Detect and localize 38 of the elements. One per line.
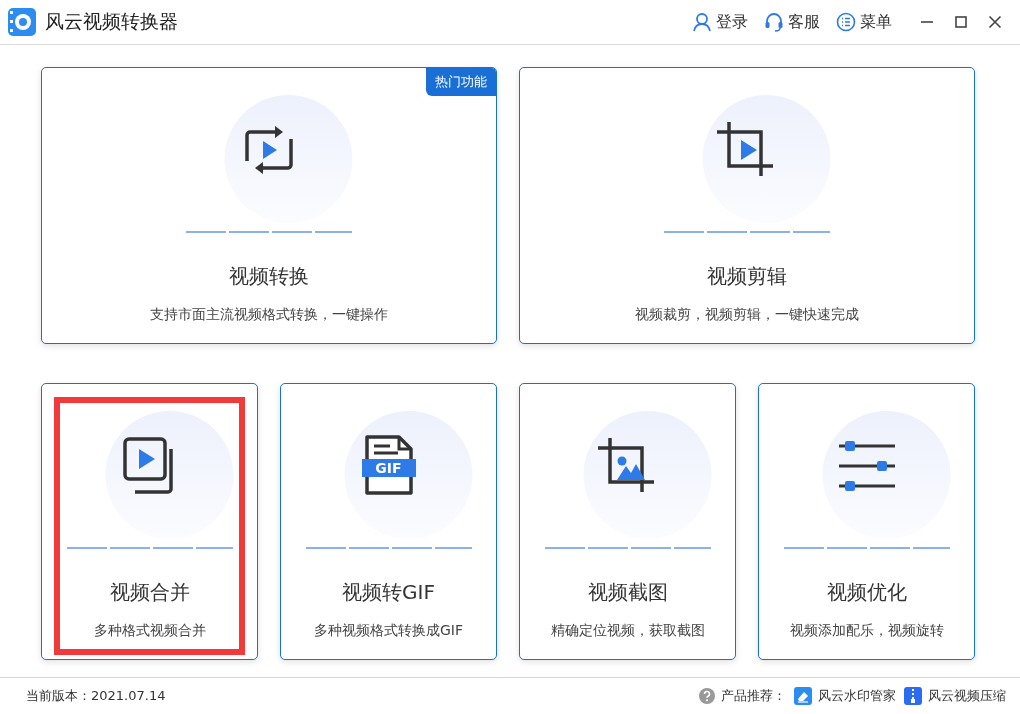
card-description: 精确定位视频，获取截图 (550, 622, 705, 640)
zip-app-icon (904, 687, 922, 705)
feature-card[interactable]: 视频优化 视频添加配乐，视频旋转 (758, 383, 975, 660)
card-description: 多种视频格式转换成GIF (314, 622, 463, 640)
card-description: 视频添加配乐，视频旋转 (789, 622, 944, 640)
feature-card[interactable]: 视频转换 支持市面主流视频格式转换，一键操作 热门功能 (41, 67, 497, 344)
card-title: 视频优化 (826, 579, 907, 606)
product-link[interactable]: 风云水印管家 (794, 687, 896, 705)
card-title: 视频截图 (587, 579, 668, 606)
hot-feature-badge: 热门功能 (426, 68, 496, 96)
feature-card[interactable]: GIF 视频转GIF 多种视频格式转换成GIF (280, 383, 497, 660)
window-title: 风云视频转换器 (45, 9, 178, 34)
user-icon (692, 12, 712, 32)
recommend-label: 产品推荐： (721, 687, 786, 705)
app-logo-icon (8, 8, 36, 36)
help-icon (699, 688, 715, 704)
card-title: 视频剪辑 (707, 263, 787, 290)
maximize-icon (954, 15, 968, 29)
product-link[interactable]: 风云视频压缩 (904, 687, 1006, 705)
version-text: 当前版本：2021.07.14 (26, 687, 166, 705)
card-title: 视频转换 (229, 263, 309, 290)
eraser-app-icon (794, 687, 812, 705)
sliders-icon (836, 440, 897, 491)
gif-file-icon: GIF (361, 434, 416, 497)
headset-icon (764, 12, 784, 32)
card-description: 支持市面主流视频格式转换，一键操作 (150, 306, 388, 324)
card-title: 视频合并 (109, 579, 190, 606)
card-description: 多种格式视频合并 (93, 622, 206, 640)
feature-card[interactable]: 视频剪辑 视频裁剪，视频剪辑，一键快速完成 (519, 67, 975, 344)
close-icon (988, 15, 1002, 29)
menu-icon (836, 12, 856, 32)
card-description: 视频裁剪，视频剪辑，一键快速完成 (635, 306, 859, 324)
feature-card[interactable]: 视频合并 多种格式视频合并 (41, 383, 258, 660)
user-button[interactable]: 登录 (684, 11, 756, 33)
support-button[interactable]: 客服 (756, 11, 828, 33)
card-title: 视频转GIF (342, 579, 435, 606)
menu-button[interactable]: 菜单 (828, 11, 900, 33)
feature-card[interactable]: 视频截图 精确定位视频，获取截图 (519, 383, 736, 660)
